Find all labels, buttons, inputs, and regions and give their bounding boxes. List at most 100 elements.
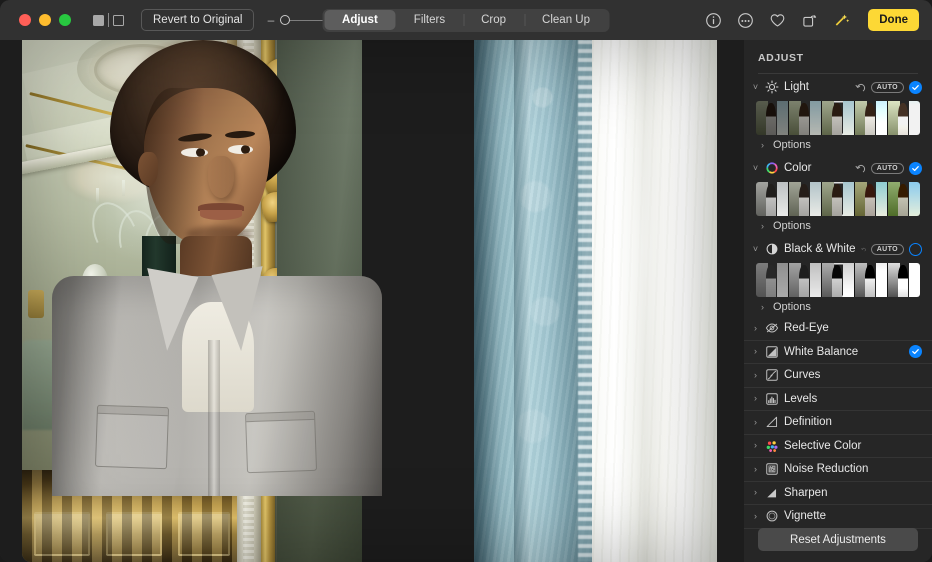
photo-canvas[interactable]	[22, 40, 717, 562]
furniture-panel	[34, 512, 90, 556]
chevron-right-icon[interactable]: ›	[751, 465, 760, 474]
revert-to-original-button[interactable]: Revert to Original	[141, 9, 254, 31]
chevron-right-icon[interactable]: ›	[751, 488, 760, 497]
black-and-white-thumbnail-selected[interactable]	[821, 263, 854, 297]
enhance-wand-icon[interactable]	[833, 12, 850, 29]
tab-adjust[interactable]: Adjust	[324, 10, 396, 30]
black-and-white-thumbnail-strip[interactable]	[756, 263, 920, 297]
black-and-white-options-label: Options	[773, 301, 811, 313]
color-thumbnail[interactable]	[788, 182, 821, 216]
chevron-right-icon[interactable]: ›	[751, 324, 760, 333]
color-options-row[interactable]: › Options	[744, 216, 932, 236]
light-thumbnail[interactable]	[854, 101, 887, 135]
color-thumbnail-selected[interactable]	[821, 182, 854, 216]
group-color: ˅ Color AUTO	[744, 155, 932, 236]
selective-color-icon	[765, 439, 779, 453]
chevron-right-icon[interactable]: ›	[751, 512, 760, 521]
chevron-right-icon[interactable]: ›	[751, 441, 760, 450]
group-black-and-white-enabled-checkbox[interactable]	[909, 243, 922, 256]
black-and-white-thumbnail[interactable]	[756, 263, 788, 297]
chevron-right-icon[interactable]: ›	[751, 347, 760, 356]
auto-badge[interactable]: AUTO	[871, 163, 904, 174]
toolbar: Revert to Original – + Adjust Filters Cr…	[0, 0, 932, 40]
tab-filters[interactable]: Filters	[396, 10, 463, 30]
chevron-right-icon[interactable]: ›	[758, 303, 767, 312]
auto-badge[interactable]: AUTO	[871, 244, 904, 255]
revert-to-original-label: Revert to Original	[153, 14, 242, 26]
chevron-right-icon[interactable]: ›	[758, 222, 767, 231]
tab-crop[interactable]: Crop	[463, 10, 524, 30]
subject-lower-lip	[200, 210, 242, 220]
sidebar-item-curves[interactable]: › Curves	[744, 364, 932, 388]
minimize-button[interactable]	[39, 14, 51, 26]
color-thumbnail[interactable]	[854, 182, 887, 216]
zoom-slider-knob[interactable]	[280, 15, 290, 25]
group-light-header[interactable]: ˅ Light AUT	[744, 74, 932, 100]
adjust-sidebar: ADJUST ˅ Light	[744, 40, 932, 562]
light-thumbnail-strip[interactable]	[756, 101, 920, 135]
sidebar-item-levels-label: Levels	[784, 393, 922, 405]
shirt-pocket-left	[95, 405, 169, 469]
chevron-right-icon[interactable]: ›	[758, 141, 767, 150]
close-button[interactable]	[19, 14, 31, 26]
sidebar-item-vignette[interactable]: › Vignette	[744, 505, 932, 529]
sidebar-item-red-eye-label: Red-Eye	[784, 322, 922, 334]
done-button[interactable]: Done	[868, 9, 919, 31]
split-view-toggle[interactable]	[93, 12, 124, 28]
sidebar-item-red-eye[interactable]: › Red-Eye	[744, 317, 932, 341]
more-options-icon[interactable]	[737, 12, 754, 29]
reset-adjustments-label: Reset Adjustments	[790, 534, 886, 546]
reset-icon[interactable]	[855, 163, 866, 174]
black-and-white-thumbnail[interactable]	[788, 263, 821, 297]
reset-icon[interactable]	[861, 244, 866, 255]
light-thumbnail[interactable]	[788, 101, 821, 135]
subject-eye-right	[228, 145, 253, 154]
sidebar-item-levels[interactable]: › Levels	[744, 388, 932, 412]
chevron-down-icon[interactable]: ˅	[751, 164, 760, 173]
reset-icon[interactable]	[855, 82, 866, 93]
sidebar-item-selective-color[interactable]: › Selective Color	[744, 435, 932, 459]
rotate-icon[interactable]	[801, 12, 818, 29]
group-light-enabled-checkbox[interactable]	[909, 81, 922, 94]
black-and-white-options-row[interactable]: › Options	[744, 297, 932, 317]
black-and-white-thumbnail[interactable]	[887, 263, 920, 297]
chevron-down-icon[interactable]: ˅	[751, 83, 760, 92]
subject-ear	[138, 152, 158, 186]
reset-adjustments-button[interactable]: Reset Adjustments	[758, 528, 918, 551]
zoom-button[interactable]	[59, 14, 71, 26]
auto-badge[interactable]: AUTO	[871, 82, 904, 93]
chevron-down-icon[interactable]: ˅	[751, 245, 760, 254]
chevron-right-icon[interactable]: ›	[751, 394, 760, 403]
black-and-white-thumbnail[interactable]	[854, 263, 887, 297]
sidebar-title: ADJUST	[744, 40, 932, 64]
sidebar-item-definition[interactable]: › Definition	[744, 411, 932, 435]
favorite-heart-icon[interactable]	[769, 12, 786, 29]
color-thumbnail[interactable]	[887, 182, 920, 216]
light-thumbnail-selected[interactable]	[821, 101, 854, 135]
photos-editor-window: Revert to Original – + Adjust Filters Cr…	[0, 0, 932, 562]
sidebar-item-white-balance[interactable]: › White Balance	[744, 341, 932, 365]
chevron-right-icon[interactable]: ›	[751, 371, 760, 380]
window-controls	[19, 14, 71, 26]
chevron-right-icon[interactable]: ›	[751, 418, 760, 427]
group-black-and-white-header[interactable]: ˅ Black & White AUTO	[744, 236, 932, 262]
pocket-flap	[246, 411, 314, 422]
zoom-out-icon[interactable]: –	[267, 14, 274, 26]
tab-clean-up[interactable]: Clean Up	[524, 10, 608, 30]
white-balance-enabled-checkbox[interactable]	[909, 345, 922, 358]
group-color-header[interactable]: ˅ Color AUTO	[744, 155, 932, 181]
light-thumbnail[interactable]	[887, 101, 920, 135]
color-thumbnail[interactable]	[756, 182, 788, 216]
sidebar-item-sharpen[interactable]: › Sharpen	[744, 482, 932, 506]
tab-crop-label: Crop	[481, 14, 506, 26]
info-icon[interactable]	[705, 12, 722, 29]
subject-pupil-left	[196, 148, 205, 157]
light-options-row[interactable]: › Options	[744, 135, 932, 155]
sidebar-item-selective-color-label: Selective Color	[784, 440, 922, 452]
color-thumbnail-strip[interactable]	[756, 182, 920, 216]
light-thumbnail[interactable]	[756, 101, 788, 135]
group-color-enabled-checkbox[interactable]	[909, 162, 922, 175]
curtain-fold-highlight	[514, 40, 530, 562]
sidebar-item-noise-reduction[interactable]: › Noise Reduction	[744, 458, 932, 482]
sidebar-item-noise-reduction-label: Noise Reduction	[784, 463, 922, 475]
